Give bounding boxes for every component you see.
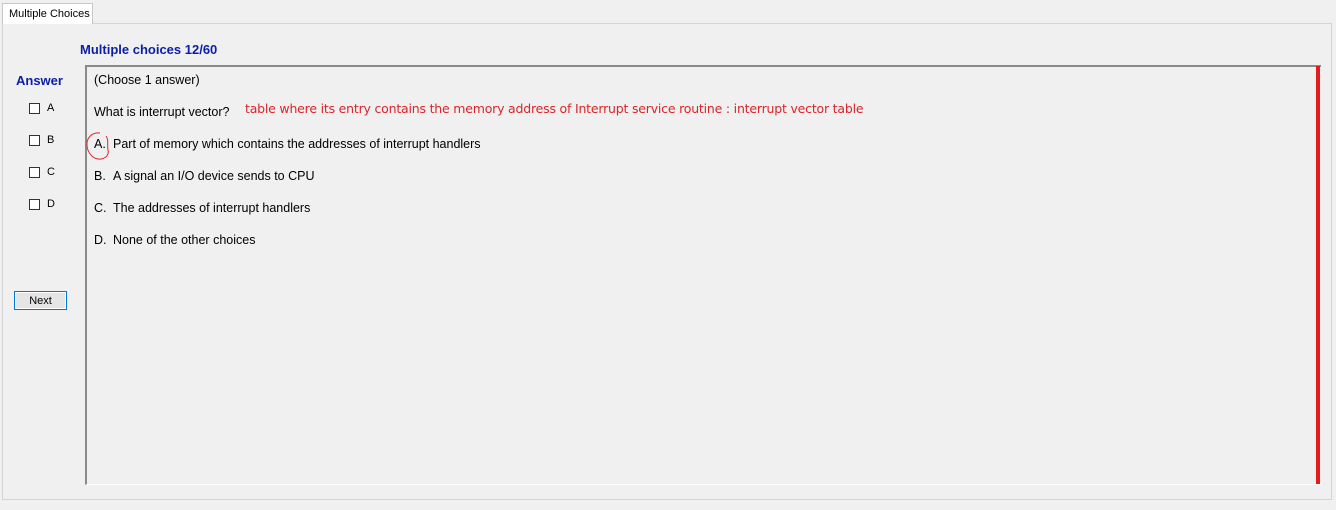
- choice-a-text: Part of memory which contains the addres…: [113, 137, 481, 151]
- checkbox-b[interactable]: [29, 134, 40, 146]
- scroll-marker-bar: [1316, 66, 1320, 484]
- choice-c: C. The addresses of interrupt handlers: [94, 201, 310, 215]
- answer-label: Answer: [16, 73, 63, 88]
- checkbox-a[interactable]: [29, 102, 40, 114]
- next-button[interactable]: Next: [14, 291, 67, 310]
- question-instruction: (Choose 1 answer): [94, 73, 200, 87]
- answer-option-d-label: D: [47, 198, 55, 210]
- answer-option-b[interactable]: B: [29, 133, 54, 147]
- page-title: Multiple choices 12/60: [80, 42, 218, 57]
- choice-b-text: A signal an I/O device sends to CPU: [113, 169, 315, 183]
- answer-option-c-label: C: [47, 166, 55, 178]
- choice-d-text: None of the other choices: [113, 233, 256, 247]
- checkbox-c[interactable]: [29, 166, 40, 178]
- handwritten-annotation: table where its entry contains the memor…: [245, 101, 864, 116]
- answer-option-a-label: A: [47, 102, 55, 114]
- choice-d-letter: D.: [94, 233, 107, 247]
- choice-c-text: The addresses of interrupt handlers: [113, 201, 311, 215]
- choice-c-letter: C.: [94, 201, 107, 215]
- answer-option-b-label: B: [47, 134, 55, 146]
- answer-option-c[interactable]: C: [29, 165, 55, 179]
- answer-option-a[interactable]: A: [29, 101, 54, 115]
- answer-option-d[interactable]: D: [29, 197, 55, 211]
- choice-b-letter: B.: [94, 169, 106, 183]
- choice-b: B. A signal an I/O device sends to CPU: [94, 169, 315, 183]
- choice-d: D. None of the other choices: [94, 233, 255, 247]
- tab-multiple-choices[interactable]: Multiple Choices: [2, 3, 93, 24]
- question-content-panel[interactable]: [85, 65, 1321, 485]
- checkbox-d[interactable]: [29, 198, 40, 210]
- question-text: What is interrupt vector?: [94, 105, 230, 119]
- circle-annotation-mark: [86, 132, 109, 160]
- choice-a: A. Part of memory which contains the addr…: [94, 137, 481, 151]
